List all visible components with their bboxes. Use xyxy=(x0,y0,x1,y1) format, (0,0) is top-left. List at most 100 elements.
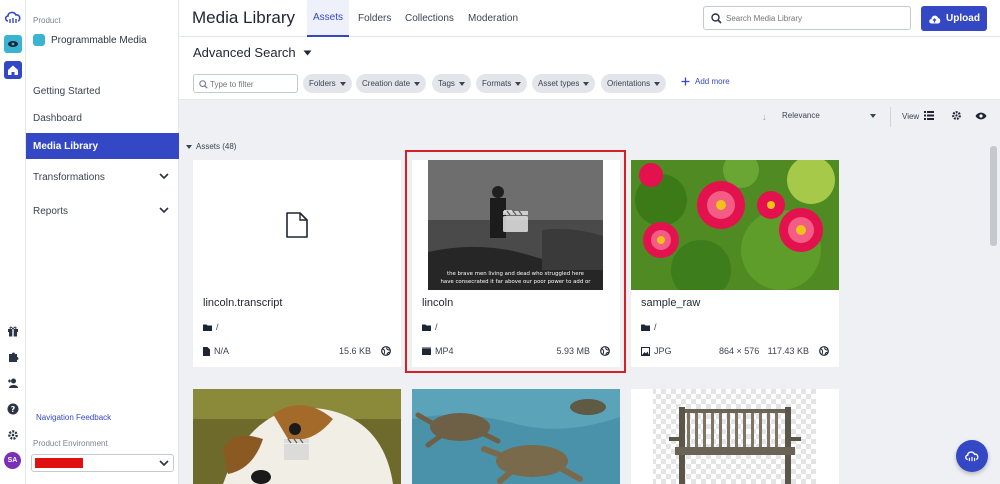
filter-chip-asset-types[interactable]: Asset types xyxy=(532,74,596,93)
assets-section-toggle[interactable]: Assets (48) xyxy=(186,142,236,151)
asset-thumbnail xyxy=(631,389,839,484)
sidebar-item-dashboard[interactable]: Dashboard xyxy=(26,105,179,131)
image-icon xyxy=(641,346,650,356)
globe-icon[interactable] xyxy=(381,346,391,356)
avatar[interactable]: SA xyxy=(4,452,21,469)
advanced-search-toggle[interactable]: Advanced Search xyxy=(193,45,312,60)
home-icon[interactable] xyxy=(4,61,22,79)
sidebar-item-label: Getting Started xyxy=(33,85,101,97)
caret-down-icon xyxy=(583,81,590,86)
globe-icon[interactable] xyxy=(600,346,610,356)
redacted-environment-name xyxy=(35,458,83,468)
asset-card[interactable]: sample_raw / JPG 864 × 576 117.43 KB xyxy=(631,160,839,367)
asset-card[interactable] xyxy=(631,389,839,484)
video-subtitle-line: the brave men living and dead who strugg… xyxy=(447,271,585,277)
sidebar-item-label: Transformations xyxy=(33,171,105,183)
flowers-image xyxy=(631,160,839,290)
asset-thumbnail xyxy=(193,389,401,484)
page-title: Media Library xyxy=(192,8,295,27)
caret-down-icon xyxy=(458,81,465,86)
upload-button[interactable]: Upload xyxy=(921,6,987,31)
product-switcher[interactable]: Programmable Media xyxy=(33,34,147,46)
filter-chip-tags[interactable]: Tags xyxy=(432,74,471,93)
asset-folder[interactable]: / xyxy=(641,322,657,332)
sidebar-item-getting-started[interactable]: Getting Started xyxy=(26,78,179,104)
caret-down-icon xyxy=(186,144,192,149)
video-icon xyxy=(422,347,431,355)
scrollbar-thumb[interactable] xyxy=(990,146,997,246)
tab-collections[interactable]: Collections xyxy=(399,0,460,37)
filter-box[interactable] xyxy=(193,74,298,93)
asset-size: 117.43 KB xyxy=(767,346,809,356)
tab-moderation[interactable]: Moderation xyxy=(462,0,524,37)
asset-name: sample_raw xyxy=(641,297,701,309)
gift-icon[interactable] xyxy=(4,322,22,340)
navigation-feedback-link[interactable]: Navigation Feedback xyxy=(36,413,111,422)
filter-chip-orientations[interactable]: Orientations xyxy=(601,74,667,93)
asset-size: 5.93 MB xyxy=(556,346,590,356)
chip-label: Tags xyxy=(438,79,455,88)
filter-chip-creation-date[interactable]: Creation date xyxy=(356,74,427,93)
settings-icon[interactable] xyxy=(951,110,962,121)
search-box[interactable] xyxy=(703,6,911,30)
filter-chip-formats[interactable]: Formats xyxy=(476,74,528,93)
asset-format: JPG xyxy=(654,346,672,356)
chevron-down-icon xyxy=(159,207,169,214)
cloudinary-logo-icon[interactable] xyxy=(4,8,22,26)
puzzle-icon[interactable] xyxy=(4,348,22,366)
sidebar-item-transformations[interactable]: Transformations xyxy=(26,164,179,190)
asset-format: MP4 xyxy=(435,346,454,356)
add-more-label: Add more xyxy=(695,77,730,86)
video-thumbnail: the brave men living and dead who strugg… xyxy=(412,160,620,290)
asset-card[interactable] xyxy=(412,389,620,484)
cloudinary-logo-icon xyxy=(965,451,979,462)
chip-label: Folders xyxy=(309,79,336,88)
video-clapper-icon xyxy=(503,210,528,232)
folder-icon xyxy=(422,324,431,331)
plus-icon xyxy=(681,77,690,86)
filter-chip-folders[interactable]: Folders xyxy=(303,74,352,93)
list-view-icon[interactable] xyxy=(924,111,934,120)
video-subtitle-line: have consecrated it far above our poor p… xyxy=(441,279,592,285)
tab-folders[interactable]: Folders xyxy=(352,0,397,37)
asset-name: lincoln xyxy=(422,297,454,309)
scrollbar[interactable] xyxy=(989,140,998,484)
sidebar-item-reports[interactable]: Reports xyxy=(26,198,179,224)
environment-select[interactable] xyxy=(31,454,174,472)
sidebar-item-label: Media Library xyxy=(33,140,99,152)
help-icon[interactable]: ? xyxy=(4,400,22,418)
sort-direction-icon[interactable]: ↓ xyxy=(762,112,767,122)
help-widget-button[interactable] xyxy=(956,440,988,472)
tab-assets[interactable]: Assets xyxy=(307,0,350,37)
asset-size: 15.6 KB xyxy=(338,346,371,356)
svg-text:?: ? xyxy=(11,405,16,414)
search-input[interactable] xyxy=(726,11,906,26)
sort-select[interactable]: Relevance xyxy=(782,111,878,120)
view-label: View xyxy=(902,112,920,121)
asset-folder[interactable]: / xyxy=(422,322,438,332)
sidebar-item-media-library[interactable]: Media Library xyxy=(26,133,179,159)
globe-icon[interactable] xyxy=(819,346,829,356)
caret-down-icon xyxy=(303,50,312,55)
asset-folder[interactable]: / xyxy=(203,322,219,332)
add-user-icon[interactable] xyxy=(4,374,22,392)
sidebar-item-label: Reports xyxy=(33,205,69,217)
settings-icon[interactable] xyxy=(4,426,22,444)
chevron-down-icon xyxy=(159,173,169,180)
asset-folder-path: / xyxy=(216,322,219,332)
asset-thumbnail xyxy=(631,160,839,290)
chip-label: Formats xyxy=(482,79,512,88)
search-icon xyxy=(711,13,722,24)
filter-input[interactable] xyxy=(210,78,295,90)
asset-card[interactable]: lincoln.transcript / N/A 15.6 KB xyxy=(193,160,401,367)
asset-card[interactable] xyxy=(193,389,401,484)
eye-icon[interactable] xyxy=(975,112,987,120)
asset-card-selected[interactable]: the brave men living and dead who strugg… xyxy=(412,160,620,367)
programmable-media-icon[interactable] xyxy=(4,35,22,53)
add-more-filters-button[interactable]: Add more xyxy=(681,77,730,86)
asset-thumbnail: the brave men living and dead who strugg… xyxy=(412,160,620,290)
assets-count-label: Assets (48) xyxy=(196,142,237,151)
file-icon xyxy=(203,346,210,356)
advanced-search-title: Advanced Search xyxy=(193,45,296,60)
asset-format: N/A xyxy=(214,346,230,356)
